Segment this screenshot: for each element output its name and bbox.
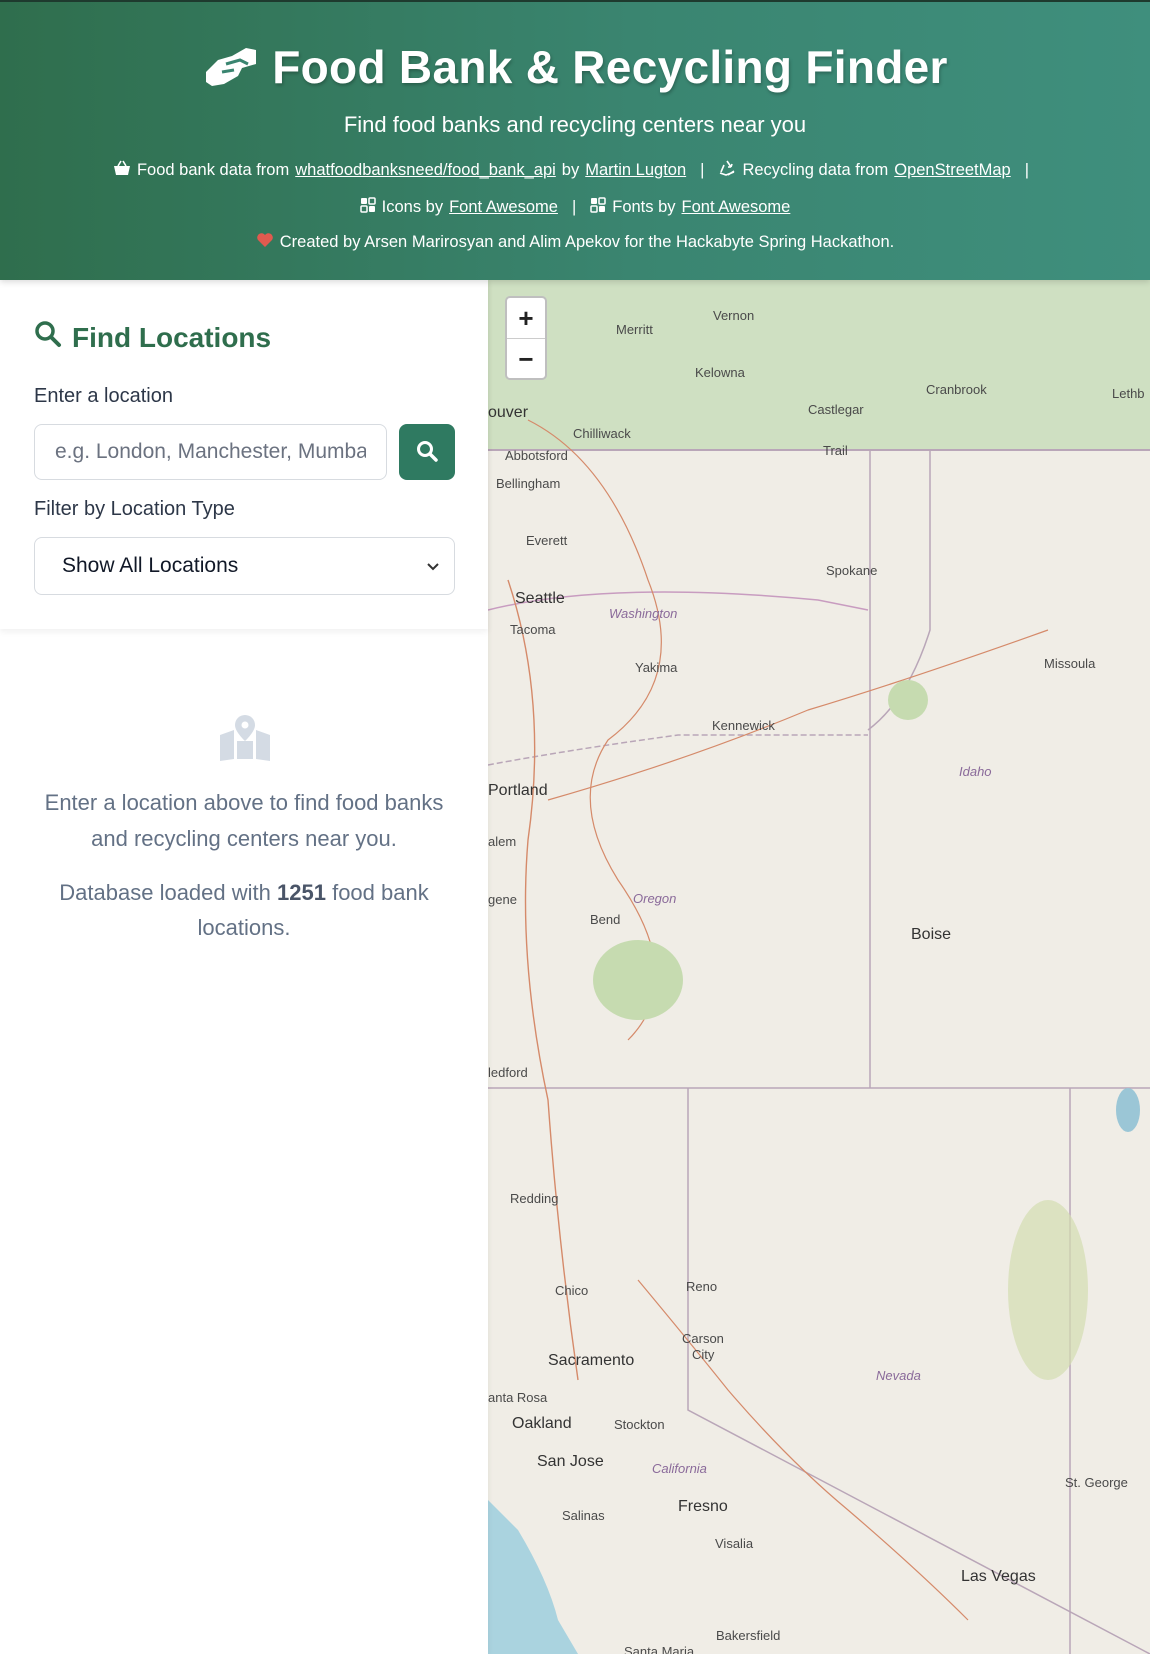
map-label: Kennewick — [712, 718, 775, 733]
recycling-credit-text: Recycling data from — [742, 161, 889, 179]
map-label: Santa Maria — [624, 1644, 695, 1654]
fonts-credit-text: Fonts by — [612, 198, 676, 216]
fonts-font-awesome-link[interactable]: Font Awesome — [682, 198, 791, 217]
map-label: City — [692, 1347, 715, 1362]
icons-credit-text: Icons by — [381, 198, 444, 216]
map-label: Seattle — [515, 590, 565, 607]
zoom-control: + − — [505, 296, 547, 380]
zoom-out-button[interactable]: − — [507, 339, 545, 379]
panel-title: Find Locations — [34, 320, 271, 355]
map-label: California — [652, 1461, 707, 1476]
hands-helping-icon — [202, 42, 260, 93]
map-label: Cranbrook — [926, 382, 987, 397]
icons-font-awesome-link[interactable]: Font Awesome — [449, 198, 558, 217]
author-link[interactable]: Martin Lugton — [585, 161, 686, 180]
sidebar: Find Locations Enter a location Filter b… — [0, 280, 488, 1654]
map-label: Everett — [526, 533, 568, 548]
font-awesome-flag-icon — [359, 197, 376, 218]
map-label: Castlegar — [808, 402, 864, 417]
empty-state-text: Enter a location above to find food bank… — [44, 790, 444, 851]
map-label: anta Rosa — [488, 1390, 548, 1405]
map-label: Merritt — [616, 322, 653, 337]
map-label: Portland — [488, 782, 548, 799]
map-label: alem — [488, 834, 517, 849]
map-label: Spokane — [826, 563, 878, 578]
shopping-basket-icon — [113, 160, 131, 181]
map-label: Trail — [823, 443, 848, 458]
empty-state-message: Enter a location above to find food bank… — [0, 785, 488, 857]
map-label: gene — [488, 892, 517, 907]
by-text: by — [561, 161, 580, 179]
map-label: Abbotsford — [505, 448, 568, 463]
separator: | — [1024, 161, 1030, 179]
map-label: Nevada — [876, 1368, 921, 1383]
map-label: Chico — [555, 1283, 589, 1298]
credits-line-2: Icons by Font Awesome | Fonts by Font Aw… — [0, 197, 1150, 218]
location-input[interactable] — [34, 424, 387, 480]
title-row: Food Bank & Recycling Finder — [0, 40, 1150, 94]
created-by-text: Created by Arsen Marirosyan and Alim Ape… — [279, 233, 895, 251]
map-label: Lethb — [1112, 386, 1145, 401]
map-label: St. George — [1065, 1475, 1128, 1490]
search-button[interactable] — [399, 424, 455, 480]
location-type-selected: Show All Locations — [62, 554, 239, 577]
page-subtitle: Find food banks and recycling centers ne… — [343, 112, 807, 137]
zoom-in-button[interactable]: + — [507, 298, 545, 339]
openstreetmap-link[interactable]: OpenStreetMap — [894, 161, 1010, 180]
map-label: Reno — [686, 1279, 718, 1294]
location-label: Enter a location — [34, 385, 173, 407]
foodbank-credit-text: Food bank data from — [136, 161, 290, 179]
map-label: Sacramento — [548, 1352, 635, 1369]
map-label: Redding — [510, 1191, 559, 1206]
map-label: Oakland — [512, 1415, 572, 1432]
search-icon — [416, 440, 438, 465]
credits-line-1: Food bank data from whatfoodbanksneed/fo… — [0, 159, 1150, 182]
map-label: Chilliwack — [573, 426, 631, 441]
recycle-icon — [718, 159, 736, 182]
separator: | — [700, 161, 705, 179]
map-label: ledford — [488, 1065, 528, 1080]
map[interactable]: + − Vernon Merritt Kelowna Cranbrook Let… — [488, 280, 1150, 1654]
location-type-select[interactable]: Show All Locations — [34, 537, 455, 595]
credits-line-3: Created by Arsen Marirosyan and Alim Ape… — [0, 232, 1150, 253]
heart-icon — [256, 232, 274, 253]
map-label: Salinas — [562, 1508, 605, 1523]
map-label: Carson — [682, 1331, 724, 1346]
map-label: Tacoma — [510, 622, 556, 637]
map-label: Missoula — [1044, 656, 1096, 671]
map-tiles — [488, 280, 1150, 1654]
map-label: Visalia — [715, 1536, 754, 1551]
map-label: ouver — [488, 404, 529, 421]
map-label: Stockton — [614, 1417, 665, 1432]
map-label: Yakima — [635, 660, 678, 675]
database-status: Database loaded with 1251 food bank loca… — [0, 875, 488, 945]
font-awesome-flag-icon — [590, 197, 606, 218]
map-label: Boise — [911, 926, 952, 943]
db-count: 1251 — [277, 880, 326, 905]
map-label: Fresno — [678, 1498, 728, 1515]
map-label: Bend — [590, 912, 621, 927]
map-label: Bakersfield — [716, 1628, 781, 1643]
page-title: Food Bank & Recycling Finder — [272, 41, 948, 93]
db-prefix: Database loaded with — [59, 880, 271, 905]
search-panel: Find Locations Enter a location Filter b… — [0, 280, 488, 629]
map-label: Las Vegas — [961, 1568, 1036, 1585]
panel-title-text: Find Locations — [72, 321, 272, 353]
foodbank-api-link[interactable]: whatfoodbanksneed/food_bank_api — [295, 161, 556, 180]
separator: | — [571, 198, 577, 216]
map-label: San Jose — [537, 1453, 604, 1470]
map-label: Oregon — [633, 891, 677, 906]
map-label: Vernon — [713, 308, 755, 323]
map-label: Idaho — [959, 764, 992, 779]
map-marked-icon — [218, 715, 272, 766]
filter-label: Filter by Location Type — [34, 498, 235, 520]
map-label: Bellingham — [496, 476, 561, 491]
search-icon — [34, 320, 62, 355]
map-label: Washington — [609, 606, 678, 621]
chevron-down-icon — [426, 554, 440, 578]
map-label: Kelowna — [695, 365, 745, 380]
app-header: Food Bank & Recycling Finder Find food b… — [0, 0, 1150, 280]
